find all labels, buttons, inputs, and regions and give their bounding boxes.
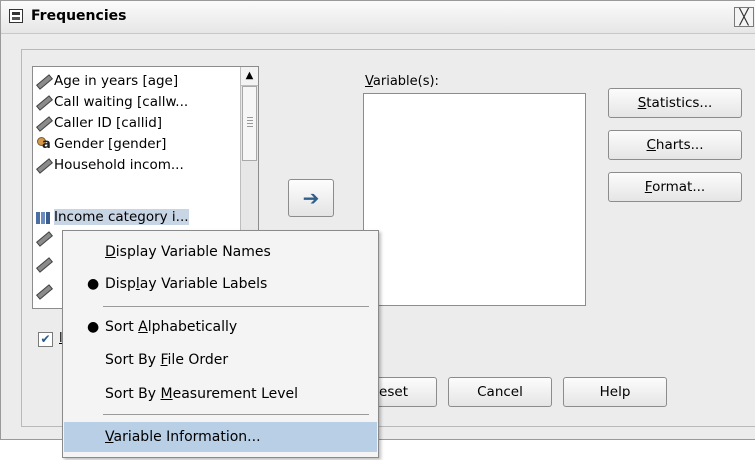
radio-bullet-icon: ● (87, 276, 100, 292)
variables-label: Variable(s): (365, 74, 439, 89)
list-item[interactable]: Age in years [age] (35, 70, 235, 91)
format-button-accel: F (644, 179, 653, 195)
menu-item-label-accel: M (160, 386, 173, 402)
target-variables-list[interactable] (363, 93, 586, 306)
list-item[interactable]: Call waiting [callw... (35, 91, 235, 112)
menu-item-label-post: easurement Level (172, 386, 299, 402)
move-to-variables-button[interactable]: ➔ (288, 179, 334, 217)
menu-item-label-pre: Sort By (105, 352, 161, 368)
scale-ruler-icon (35, 256, 51, 272)
scale-ruler-icon (35, 73, 51, 89)
scale-ruler-icon (35, 230, 51, 246)
menu-separator (103, 414, 369, 415)
close-button[interactable]: ╳ (734, 7, 754, 27)
menu-item-label: Sort By Measurement Level (105, 379, 298, 409)
list-item-label: Household incom... (54, 156, 184, 173)
menu-item-sort-by-measurement-level[interactable]: Sort By Measurement Level (64, 379, 377, 409)
menu-item-label-post: isplay Variable Names (115, 244, 271, 260)
list-item-label: Gender [gender] (54, 135, 167, 152)
menu-item-label-accel: D (105, 244, 116, 260)
list-item-label: Age in years [age] (54, 72, 179, 89)
menu-item-label-pre: Sort (105, 319, 139, 335)
scale-ruler-icon (35, 157, 51, 173)
list-item[interactable]: Household incom... (35, 154, 235, 175)
menu-separator (103, 306, 369, 307)
menu-item-variable-information[interactable]: Variable Information... (64, 422, 377, 452)
menu-item-sort-alphabetically[interactable]: ● Sort Alphabetically (64, 312, 377, 342)
menu-item-label-post: ile Order (167, 352, 229, 368)
dialog-icon (9, 9, 23, 23)
menu-item-label-post: lphabetically (147, 319, 238, 335)
menu-item-label-accel: A (138, 319, 148, 335)
menu-item-label: Sort By File Order (105, 345, 228, 375)
nominal-icon (35, 136, 51, 152)
variables-label-accel: V (365, 74, 373, 89)
menu-item-label-post: ariable Information... (113, 429, 261, 445)
menu-item-display-variable-labels[interactable]: ● Display Variable Labels (64, 269, 377, 299)
statistics-button-accel: S (637, 95, 647, 111)
list-item-label: Income category i... (54, 208, 189, 225)
scale-ruler-icon (35, 94, 51, 110)
menu-item-label-post: ay Variable Labels (139, 276, 268, 292)
list-item-label: Call waiting [callw... (54, 93, 189, 110)
context-menu: Display Variable Names ● Display Variabl… (62, 230, 379, 458)
list-item[interactable]: Gender [gender] (35, 133, 235, 154)
menu-item-label-pre: Disp (105, 276, 136, 292)
menu-item-label: Variable Information... (105, 422, 261, 452)
list-item[interactable]: Caller ID [callid] (35, 112, 235, 133)
variables-label-rest: ariable(s): (372, 74, 439, 89)
charts-button-rest: harts... (655, 137, 704, 153)
menu-item-label-pre: Sort By (105, 386, 161, 402)
menu-item-display-variable-names[interactable]: Display Variable Names (64, 237, 377, 267)
statistics-button-rest: tatistics... (646, 95, 713, 111)
scroll-up-arrow-icon[interactable]: ▲ (241, 67, 258, 86)
ordinal-bars-icon (35, 209, 51, 225)
dialog-title: Frequencies (31, 8, 127, 24)
charts-button-accel: C (646, 137, 656, 153)
charts-button[interactable]: Charts... (608, 130, 742, 160)
menu-item-label: Display Variable Names (105, 237, 271, 267)
scale-ruler-icon (35, 283, 51, 299)
radio-bullet-icon: ● (87, 319, 100, 335)
menu-item-label: Sort Alphabetically (105, 312, 237, 342)
cancel-button[interactable]: Cancel (448, 377, 552, 407)
format-button-rest: ormat... (652, 179, 706, 195)
format-button[interactable]: Format... (608, 172, 742, 202)
list-item-label: Caller ID [callid] (54, 114, 163, 131)
display-frequency-tables-checkbox[interactable]: ✔ (38, 332, 53, 347)
list-item-selected[interactable]: Income category i... (35, 206, 235, 227)
title-bar[interactable]: Frequencies ╳ (1, 1, 755, 34)
help-button[interactable]: Help (563, 377, 667, 407)
statistics-button[interactable]: Statistics... (608, 88, 742, 118)
scroll-thumb[interactable] (242, 86, 257, 161)
menu-item-label: Display Variable Labels (105, 269, 267, 299)
menu-item-label-accel: V (105, 429, 114, 445)
menu-item-sort-by-file-order[interactable]: Sort By File Order (64, 345, 377, 375)
scale-ruler-icon (35, 115, 51, 131)
menu-item-label-accel: F (160, 352, 168, 368)
